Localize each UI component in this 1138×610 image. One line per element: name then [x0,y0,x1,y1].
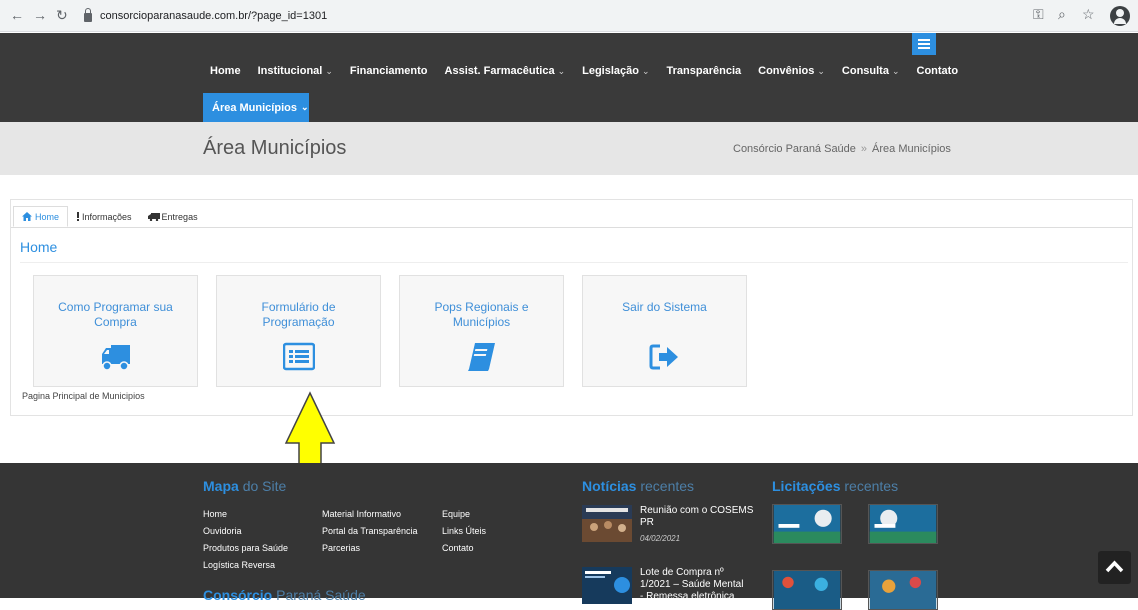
chevron-down-icon: ⌄ [300,102,309,112]
nav-item-assist-farmaceutica[interactable]: Assist. Farmacêutica ⌄ [445,65,566,77]
footer-link[interactable]: Equipe [442,509,470,519]
chevron-down-icon: ⌄ [641,66,650,76]
footer-heading-consorcio: Consórcio Paraná Saúde [203,587,366,603]
breadcrumb-separator: » [860,143,868,155]
exclamation-icon [77,212,80,221]
back-to-top-button[interactable] [1098,551,1131,584]
breadcrumb: Consórcio Paraná Saúde » Área Municípios [733,143,951,155]
browser-toolbar: ← → ↻ consorcioparanasaude.com.br/?page_… [0,0,1138,32]
sign-out-icon [649,344,678,370]
footer-link[interactable]: Contato [442,543,474,553]
breadcrumb-root-link[interactable]: Consórcio Paraná Saúde [733,143,856,155]
lock-icon [84,7,92,22]
news-date: 04/02/2021 [640,534,681,543]
page-title: Área Municípios [203,137,347,159]
news-thumbnail[interactable] [582,567,632,604]
tab-informacoes[interactable]: Informações [68,206,140,227]
truck-icon [147,212,160,221]
reload-icon[interactable]: ↻ [56,7,68,24]
address-bar[interactable]: consorcioparanasaude.com.br/?page_id=130… [84,4,1024,28]
card-formulario-programacao[interactable]: Formulário de Programação [216,275,381,387]
footer-link[interactable]: Logística Reversa [203,560,275,570]
nav-item-contato[interactable]: Contato [917,65,959,77]
url-text: consorcioparanasaude.com.br/?page_id=130… [100,10,328,22]
back-icon[interactable]: ← [10,7,24,23]
card-label: Sair do Sistema [622,300,707,314]
book-icon [468,343,495,371]
chevron-up-icon [1105,560,1124,573]
zoom-icon[interactable]: ⌕ [1058,6,1066,23]
nav-item-convenios[interactable]: Convênios ⌄ [758,65,825,77]
footer-link[interactable]: Links Úteis [442,526,486,536]
nav-item-home[interactable]: Home [210,65,241,77]
footer-link[interactable]: Parcerias [322,543,360,553]
nav-menu: Home Institucional ⌄ Financiamento Assist… [210,65,975,77]
main-navigation: Home Institucional ⌄ Financiamento Assist… [0,33,1138,122]
tab-divider [11,227,1132,228]
tab-home[interactable]: Home [13,206,69,227]
bookmark-star-icon[interactable]: ☆ [1082,6,1095,23]
section-divider [20,262,1128,263]
profile-avatar-icon[interactable] [1110,6,1130,26]
footer-link[interactable]: Ouvidoria [203,526,242,536]
breadcrumb-current: Área Municípios [872,143,951,155]
footer-link[interactable]: Home [203,509,227,519]
nav-item-transparencia[interactable]: Transparência [667,65,742,77]
section-title: Home [20,239,58,255]
nav-item-legislacao[interactable]: Legislação ⌄ [582,65,649,77]
footer-link[interactable]: Portal da Transparência [322,526,418,536]
footer-link[interactable]: Material Informativo [322,509,401,519]
nav-item-financiamento[interactable]: Financiamento [350,65,428,77]
truck-icon [102,345,130,371]
municipios-panel: Home Informações Entregas Home Como Prog… [10,199,1133,416]
licitacao-thumbnail[interactable] [868,570,938,610]
forward-icon[interactable]: → [33,7,47,23]
nav-item-institucional[interactable]: Institucional ⌄ [258,65,333,77]
site-footer: Mapa do Site Home Ouvidoria Produtos par… [0,463,1138,610]
tab-entregas[interactable]: Entregas [140,206,206,227]
nav-item-consulta[interactable]: Consulta ⌄ [842,65,900,77]
panel-note: Pagina Principal de Municipios [22,391,145,401]
card-label: Como Programar sua Compra [58,300,173,329]
footer-heading-licitacoes: Licitações recentes [772,478,899,494]
chevron-down-icon: ⌄ [325,66,333,76]
menu-toggle-icon[interactable] [912,33,936,55]
licitacao-thumbnail[interactable] [868,504,938,544]
card-sair-sistema[interactable]: Sair do Sistema [582,275,747,387]
chevron-down-icon: ⌄ [557,66,566,76]
nav-item-area-municipios[interactable]: Área Municípios ⌄ [203,93,309,122]
list-icon [283,342,315,371]
home-icon [22,212,32,221]
news-thumbnail[interactable] [582,505,632,542]
chevron-down-icon: ⌄ [891,66,900,76]
card-label: Formulário de Programação [261,300,336,329]
licitacao-thumbnail[interactable] [772,570,842,610]
card-pops-regionais[interactable]: Pops Regionais e Municípios [399,275,564,387]
footer-link[interactable]: Produtos para Saúde [203,543,288,553]
chevron-down-icon: ⌄ [817,66,825,76]
card-como-programar[interactable]: Como Programar sua Compra [33,275,198,387]
footer-heading-noticias: Notícias recentes [582,478,695,494]
card-label: Pops Regionais e Municípios [434,300,529,329]
footer-heading-mapa: Mapa do Site [203,478,287,494]
key-icon[interactable]: ⚿ [1033,6,1044,23]
licitacao-thumbnail[interactable] [772,504,842,544]
tab-bar: Home Informações Entregas [13,206,206,227]
page-header: Área Municípios Consórcio Paraná Saúde » Á… [0,122,1138,175]
news-title[interactable]: Reunião com o COSEMS PR [640,505,753,529]
